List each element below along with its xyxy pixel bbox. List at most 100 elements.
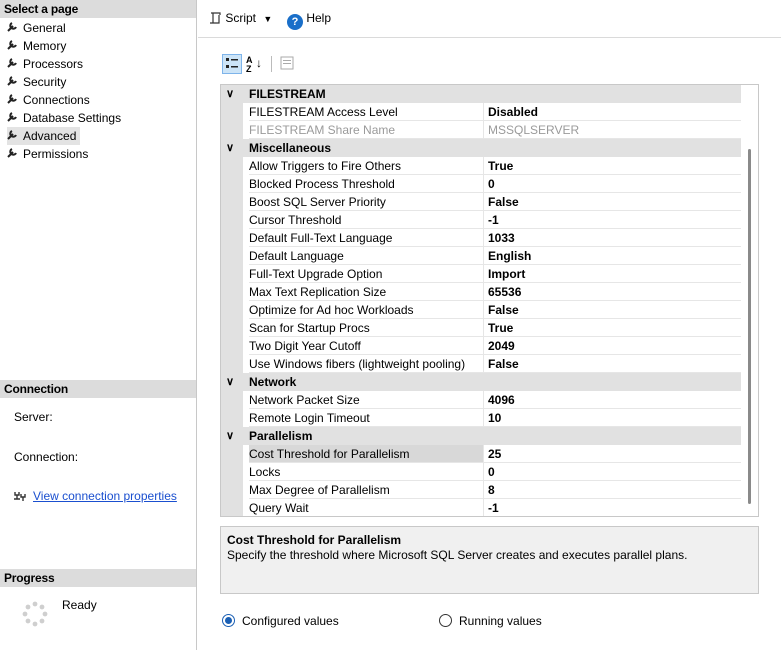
configured-values-radio[interactable]: Configured values	[222, 613, 339, 629]
view-connection-properties-link[interactable]: View connection properties	[13, 489, 177, 505]
page-processors[interactable]: Processors	[7, 55, 83, 73]
collapse-chevron-icon[interactable]: ∨	[226, 139, 234, 157]
page-general[interactable]: General	[7, 19, 66, 37]
property-name: Cost Threshold for Parallelism	[249, 445, 483, 463]
property-name: FILESTREAM Access Level	[249, 103, 483, 121]
property-value[interactable]: True	[483, 319, 741, 337]
property-row[interactable]: Blocked Process Threshold 0	[221, 175, 741, 193]
property-name: Remote Login Timeout	[249, 409, 483, 427]
property-value[interactable]: 0	[483, 175, 741, 193]
vertical-scrollbar[interactable]	[741, 85, 758, 516]
property-row[interactable]: Query Wait -1	[221, 499, 741, 516]
page-security[interactable]: Security	[7, 73, 66, 91]
help-label: Help	[306, 11, 332, 25]
collapse-chevron-icon[interactable]: ∨	[226, 85, 234, 103]
category-parallelism[interactable]: ∨ Parallelism	[221, 427, 741, 445]
page-database-settings[interactable]: Database Settings	[7, 109, 121, 127]
collapse-chevron-icon[interactable]: ∨	[226, 427, 234, 445]
property-value[interactable]: 25	[483, 445, 741, 463]
property-name: Two Digit Year Cutoff	[249, 337, 483, 355]
row-gutter	[221, 157, 243, 175]
progress-spinner-icon	[22, 601, 48, 630]
page-label: Processors	[23, 57, 84, 71]
category-title: Parallelism	[249, 429, 313, 443]
description-text: Specify the threshold where Microsoft SQ…	[227, 548, 688, 562]
property-row[interactable]: Network Packet Size 4096	[221, 391, 741, 409]
property-value[interactable]: 4096	[483, 391, 741, 409]
radio-selected-icon[interactable]	[222, 614, 235, 627]
property-value[interactable]: Import	[483, 265, 741, 283]
property-value[interactable]: 2049	[483, 337, 741, 355]
property-row[interactable]: Cost Threshold for Parallelism 25	[221, 445, 741, 463]
property-row[interactable]: Default Language English	[221, 247, 741, 265]
alphabetical-button[interactable]: AZ ↓	[246, 54, 266, 74]
page-advanced[interactable]: Advanced	[7, 127, 81, 145]
property-row[interactable]: Scan for Startup Procs True	[221, 319, 741, 337]
radio-unselected-icon[interactable]	[439, 614, 452, 627]
property-row[interactable]: Default Full-Text Language 1033	[221, 229, 741, 247]
category-miscellaneous[interactable]: ∨ Miscellaneous	[221, 139, 741, 157]
page-memory[interactable]: Memory	[7, 37, 66, 55]
property-value[interactable]: 10	[483, 409, 741, 427]
row-gutter	[221, 193, 243, 211]
top-toolbar: Script ▼ ? Help	[198, 0, 781, 38]
property-name: Blocked Process Threshold	[249, 175, 483, 193]
page-label: Advanced	[23, 129, 77, 143]
property-row[interactable]: Cursor Threshold -1	[221, 211, 741, 229]
property-row[interactable]: Full-Text Upgrade Option Import	[221, 265, 741, 283]
property-row[interactable]: FILESTREAM Share Name MSSQLSERVER	[221, 121, 741, 139]
connection-label: Connection:	[14, 450, 79, 464]
property-pages-button[interactable]	[278, 54, 298, 74]
property-row[interactable]: Optimize for Ad hoc Workloads False	[221, 301, 741, 319]
property-value[interactable]: False	[483, 355, 741, 373]
property-value[interactable]: False	[483, 301, 741, 319]
property-row[interactable]: Use Windows fibers (lightweight pooling)…	[221, 355, 741, 373]
progress-header: Progress	[0, 569, 196, 587]
collapse-chevron-icon[interactable]: ∨	[226, 373, 234, 391]
row-gutter	[221, 103, 243, 121]
row-gutter	[221, 229, 243, 247]
chevron-down-icon[interactable]: ▼	[263, 14, 272, 24]
property-value[interactable]: Disabled	[483, 103, 741, 121]
view-connection-properties-text[interactable]: View connection properties	[33, 489, 177, 503]
property-value[interactable]: -1	[483, 211, 741, 229]
page-connections[interactable]: Connections	[7, 91, 90, 109]
help-button[interactable]: ? Help	[287, 8, 332, 30]
running-values-label: Running values	[459, 614, 542, 628]
row-gutter	[221, 337, 243, 355]
property-row[interactable]: FILESTREAM Access Level Disabled	[221, 103, 741, 121]
property-name: Default Language	[249, 247, 483, 265]
property-value[interactable]: True	[483, 157, 741, 175]
page-permissions[interactable]: Permissions	[7, 145, 88, 163]
toolbar-divider	[271, 56, 272, 72]
categorized-button[interactable]	[222, 54, 242, 74]
property-row[interactable]: Max Text Replication Size 65536	[221, 283, 741, 301]
row-gutter	[221, 247, 243, 265]
property-row[interactable]: Max Degree of Parallelism 8	[221, 481, 741, 499]
scrollbar-thumb[interactable]	[748, 149, 751, 504]
property-value[interactable]: 1033	[483, 229, 741, 247]
property-value[interactable]: 65536	[483, 283, 741, 301]
connection-header: Connection	[0, 380, 196, 398]
property-row[interactable]: Boost SQL Server Priority False	[221, 193, 741, 211]
property-row[interactable]: Remote Login Timeout 10	[221, 409, 741, 427]
property-name: Network Packet Size	[249, 391, 483, 409]
property-value[interactable]: English	[483, 247, 741, 265]
property-row[interactable]: Two Digit Year Cutoff 2049	[221, 337, 741, 355]
page-label: General	[23, 21, 66, 35]
property-value[interactable]: False	[483, 193, 741, 211]
property-value[interactable]: 8	[483, 481, 741, 499]
property-value[interactable]: 0	[483, 463, 741, 481]
property-value[interactable]: MSSQLSERVER	[483, 121, 741, 139]
property-row[interactable]: Locks 0	[221, 463, 741, 481]
running-values-radio[interactable]: Running values	[439, 613, 542, 629]
property-value[interactable]: -1	[483, 499, 741, 516]
category-network[interactable]: ∨ Network	[221, 373, 741, 391]
wrench-icon	[7, 19, 23, 37]
row-gutter	[221, 463, 243, 481]
property-row[interactable]: Allow Triggers to Fire Others True	[221, 157, 741, 175]
category-filestream[interactable]: ∨ FILESTREAM	[221, 85, 741, 103]
script-button[interactable]: Script ▼	[208, 8, 272, 28]
script-label: Script	[225, 11, 257, 25]
page-label: Security	[23, 75, 67, 89]
